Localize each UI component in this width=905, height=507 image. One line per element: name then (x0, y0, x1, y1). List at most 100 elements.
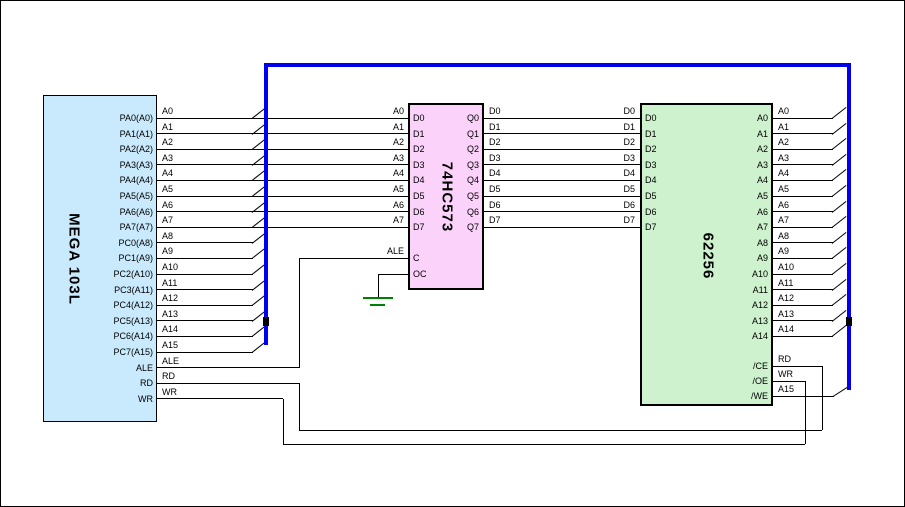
pin-label: Q7 (421, 222, 479, 232)
net-label-a12: A12 (778, 293, 794, 303)
net-label-a8: A8 (778, 231, 789, 241)
pin-label: D0 (645, 113, 657, 123)
net-label-rd: RD (162, 371, 175, 381)
net-label-a1: A1 (778, 122, 789, 132)
pin-label: A1 (681, 129, 768, 139)
wire-segment (157, 336, 253, 337)
bus-entry-diagonal (832, 248, 847, 260)
net-label-wr: WR (162, 387, 177, 397)
pin-label: A7 (681, 222, 768, 232)
pin-label: A13 (681, 316, 768, 326)
net-label-a14: A14 (778, 324, 794, 334)
net-label-d0: D0 (571, 106, 635, 116)
net-label-a1: A1 (162, 122, 173, 132)
wire-segment (484, 118, 640, 119)
wire-segment (157, 118, 408, 119)
pin-label: A10 (681, 269, 768, 279)
pin-label: A4 (681, 175, 768, 185)
pin-label: PA7(A7) (43, 222, 153, 232)
wire-segment (299, 383, 300, 430)
wire-segment (484, 196, 640, 197)
pin-label: PC7(A15) (43, 347, 153, 357)
net-label-a11: A11 (162, 278, 177, 288)
bus-entry-diagonal (832, 107, 847, 119)
net-label-a1: A1 (341, 122, 404, 132)
pin-label: /CE (681, 361, 768, 371)
bus-entry-diagonal (833, 387, 848, 397)
wire-segment (773, 149, 833, 150)
pin-label: A9 (681, 253, 768, 263)
pin-label: PC3(A11) (43, 285, 153, 295)
net-label-d1: D1 (489, 122, 501, 132)
bus-entry-diagonal (832, 326, 847, 338)
net-label-d1: D1 (571, 122, 635, 132)
net-label-d7: D7 (489, 215, 501, 225)
pin-label: WR (43, 394, 153, 404)
pin-label: A0 (681, 113, 768, 123)
pin-label: D6 (645, 207, 657, 217)
net-label-a12: A12 (162, 293, 178, 303)
pin-label: C (413, 253, 420, 263)
pin-label: A11 (681, 285, 768, 295)
net-label-a7: A7 (162, 215, 173, 225)
wire-segment (157, 133, 408, 134)
pin-label: PA0(A0) (43, 113, 153, 123)
wire-segment (157, 274, 253, 275)
pin-label: Q2 (421, 144, 479, 154)
wire-segment (773, 305, 833, 306)
bus-entry-diagonal (832, 201, 847, 213)
net-label-a3: A3 (162, 153, 173, 163)
pin-label: A5 (681, 191, 768, 201)
net-label-d5: D5 (571, 184, 635, 194)
pin-label: PC4(A12) (43, 300, 153, 310)
wire-segment (484, 164, 640, 165)
pin-label: RD (43, 378, 153, 388)
bus-entry-diagonal (832, 138, 847, 150)
pin-label: PA2(A2) (43, 144, 153, 154)
bus-entry-diagonal (832, 279, 847, 291)
pin-label: D2 (645, 144, 657, 154)
wire-segment (773, 396, 834, 397)
pin-label: Q3 (421, 160, 479, 170)
wire-segment (773, 258, 833, 259)
pin-label: A12 (681, 300, 768, 310)
wire-segment (157, 227, 408, 228)
pin-label: Q5 (421, 191, 479, 201)
wire-segment (773, 336, 833, 337)
wire-segment (157, 352, 253, 353)
bus-entry-diagonal (832, 216, 847, 228)
schematic-canvas: MEGA 103L 74HC573 62256 A0A1A2A3A4A5A6A7… (0, 0, 905, 507)
pin-label: PC5(A13) (43, 316, 153, 326)
net-label-a0: A0 (162, 106, 173, 116)
net-label-d7: D7 (571, 215, 635, 225)
net-label-a9: A9 (162, 246, 173, 256)
pin-label: PA6(A6) (43, 207, 153, 217)
pin-label: Q4 (421, 175, 479, 185)
net-label-a3: A3 (341, 153, 404, 163)
bus-junction-mark (846, 317, 852, 326)
pin-label: PC2(A10) (43, 269, 153, 279)
net-label-a5: A5 (778, 184, 789, 194)
wire-segment (773, 118, 833, 119)
net-label-a2: A2 (778, 137, 789, 147)
wire-segment (773, 289, 833, 290)
wire-segment (773, 320, 833, 321)
net-label-a10: A10 (778, 262, 794, 272)
net-label-a8: A8 (162, 231, 173, 241)
pin-label: ALE (43, 363, 153, 373)
net-label-d6: D6 (571, 200, 635, 210)
net-label-a0: A0 (341, 106, 404, 116)
wire-segment (157, 211, 408, 212)
pin-label: PA5(A5) (43, 191, 153, 201)
pin-label: /OE (681, 376, 768, 386)
wire-segment (283, 399, 284, 444)
wire-segment (157, 320, 253, 321)
bus-entry-diagonal (832, 310, 847, 322)
ground-symbol (363, 297, 393, 299)
net-label-a15: A15 (162, 340, 178, 350)
wire-segment (773, 227, 833, 228)
net-label-a2: A2 (341, 137, 404, 147)
pin-label: A8 (681, 238, 768, 248)
pin-label: D3 (645, 160, 657, 170)
bus-entry-diagonal (832, 185, 847, 197)
